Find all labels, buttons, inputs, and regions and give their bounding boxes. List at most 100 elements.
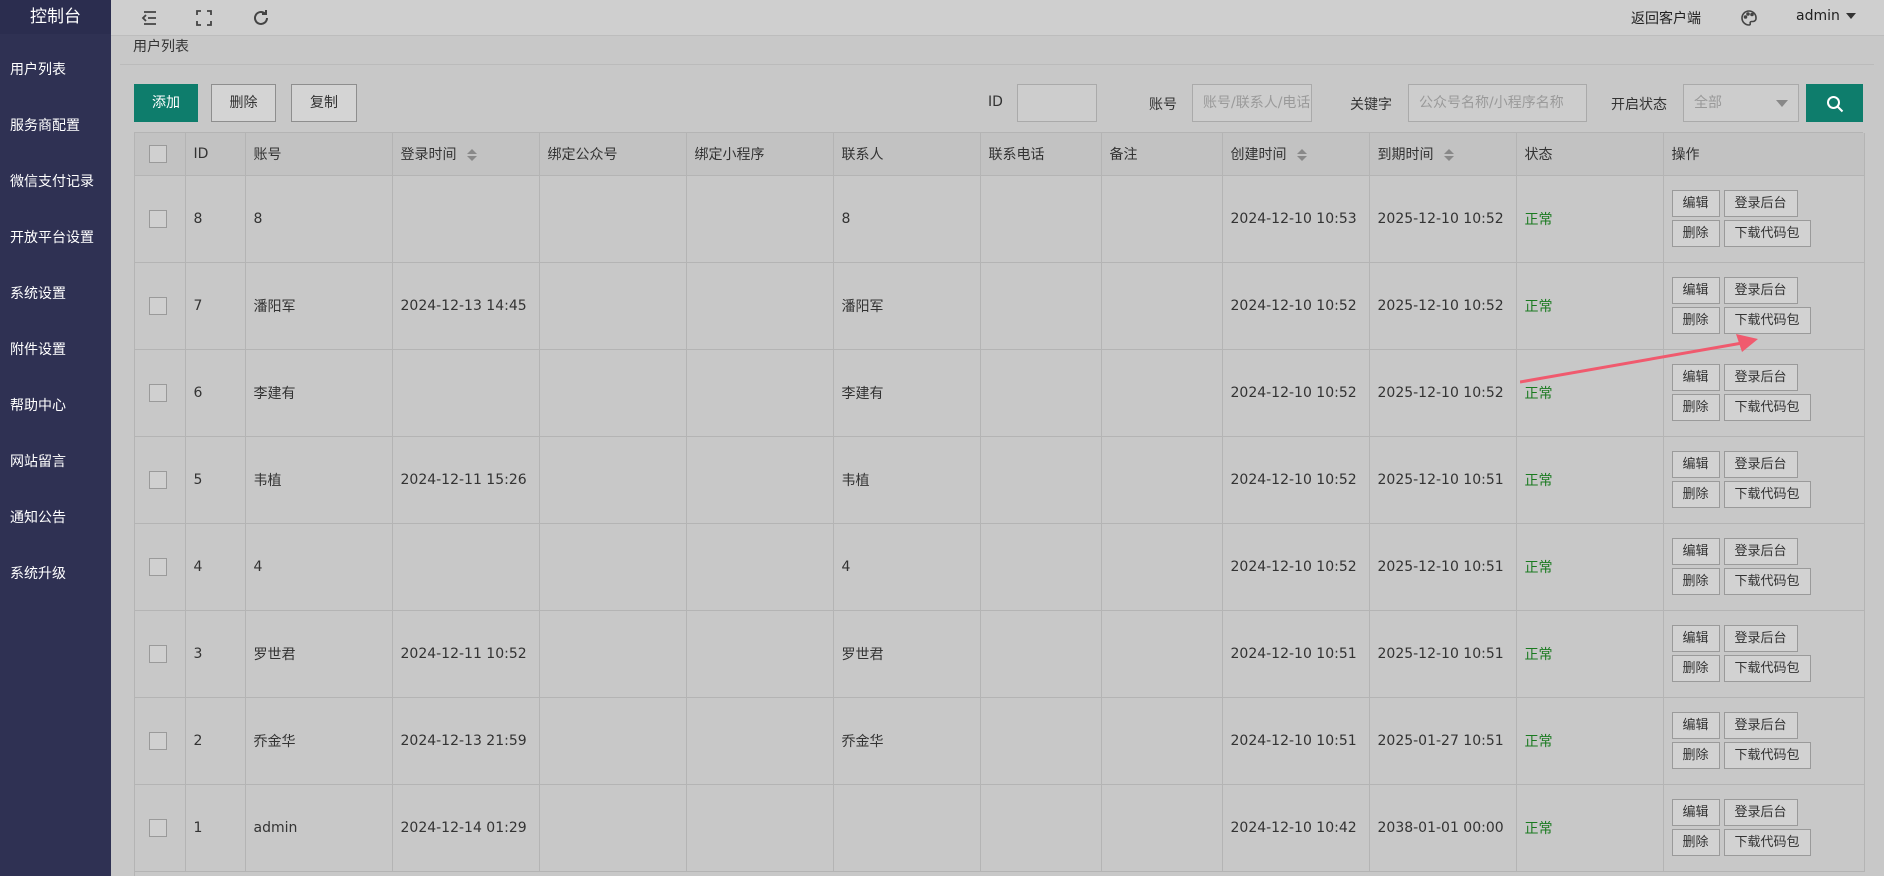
sidebar-item-announcements[interactable]: 通知公告 xyxy=(0,490,111,546)
login-admin-button[interactable]: 登录后台 xyxy=(1723,364,1798,391)
delete-row-button[interactable]: 删除 xyxy=(1671,307,1720,334)
cell-account: 罗世君 xyxy=(245,610,393,698)
cell-actions: 编辑 登录后台 删除 下载代码包 xyxy=(1663,349,1865,437)
app-logo[interactable]: 控制台 xyxy=(0,0,111,34)
menu-collapse-icon[interactable] xyxy=(139,8,159,28)
cell-bound-miniapp xyxy=(686,175,834,263)
refresh-icon[interactable] xyxy=(251,8,271,28)
login-admin-button[interactable]: 登录后台 xyxy=(1723,712,1798,739)
delete-row-button[interactable]: 删除 xyxy=(1671,220,1720,247)
row-checkbox[interactable] xyxy=(149,818,167,837)
row-checkbox[interactable] xyxy=(149,644,167,663)
download-code-button[interactable]: 下载代码包 xyxy=(1723,307,1811,334)
edit-button[interactable]: 编辑 xyxy=(1671,277,1720,304)
sidebar-item-provider-config[interactable]: 服务商配置 xyxy=(0,98,111,154)
login-admin-button[interactable]: 登录后台 xyxy=(1723,277,1798,304)
palette-icon[interactable] xyxy=(1739,8,1759,28)
delete-button[interactable]: 删除 xyxy=(211,84,276,122)
download-code-button[interactable]: 下载代码包 xyxy=(1723,568,1811,595)
row-checkbox[interactable] xyxy=(149,383,167,402)
select-all-checkbox[interactable] xyxy=(149,144,167,163)
login-admin-button[interactable]: 登录后台 xyxy=(1723,451,1798,478)
fullscreen-icon[interactable] xyxy=(194,8,214,28)
cell-id: 2 xyxy=(185,697,246,785)
login-admin-button[interactable]: 登录后台 xyxy=(1723,538,1798,565)
row-checkbox[interactable] xyxy=(149,557,167,576)
delete-row-button[interactable]: 删除 xyxy=(1671,481,1720,508)
cell-expires: 2025-12-10 10:52 xyxy=(1369,349,1517,437)
user-menu[interactable]: admin xyxy=(1796,8,1856,24)
return-client-link[interactable]: 返回客户端 xyxy=(1631,8,1701,28)
add-button[interactable]: 添加 xyxy=(134,84,198,122)
cell-bound-miniapp xyxy=(686,523,834,611)
id-filter-input[interactable] xyxy=(1017,84,1097,122)
breadcrumb: 用户列表 xyxy=(133,39,189,55)
cell-id: 5 xyxy=(185,436,246,524)
account-filter-input[interactable] xyxy=(1192,84,1312,122)
row-checkbox[interactable] xyxy=(149,731,167,750)
sidebar-item-attachment-settings[interactable]: 附件设置 xyxy=(0,322,111,378)
row-checkbox[interactable] xyxy=(149,470,167,489)
col-header-created[interactable]: 创建时间 xyxy=(1222,133,1370,176)
row-select-cell xyxy=(135,784,186,872)
cell-expires: 2025-12-10 10:51 xyxy=(1369,436,1517,524)
delete-row-button[interactable]: 删除 xyxy=(1671,655,1720,682)
download-code-button[interactable]: 下载代码包 xyxy=(1723,829,1811,856)
edit-button[interactable]: 编辑 xyxy=(1671,712,1720,739)
login-admin-button[interactable]: 登录后台 xyxy=(1723,190,1798,217)
delete-row-button[interactable]: 删除 xyxy=(1671,742,1720,769)
delete-row-button[interactable]: 删除 xyxy=(1671,829,1720,856)
sort-icon[interactable] xyxy=(466,148,477,161)
sort-icon[interactable] xyxy=(1296,148,1307,161)
login-admin-button[interactable]: 登录后台 xyxy=(1723,799,1798,826)
sidebar-item-open-platform[interactable]: 开放平台设置 xyxy=(0,210,111,266)
edit-button[interactable]: 编辑 xyxy=(1671,364,1720,391)
row-checkbox[interactable] xyxy=(149,209,167,228)
row-checkbox[interactable] xyxy=(149,296,167,315)
status-filter-select[interactable]: 全部 xyxy=(1683,84,1799,122)
cell-expires: 2025-01-27 10:51 xyxy=(1369,697,1517,785)
edit-button[interactable]: 编辑 xyxy=(1671,451,1720,478)
sidebar-item-wechat-pay-records[interactable]: 微信支付记录 xyxy=(0,154,111,210)
edit-button[interactable]: 编辑 xyxy=(1671,538,1720,565)
sidebar-item-messages[interactable]: 网站留言 xyxy=(0,434,111,490)
cell-status: 正常 xyxy=(1516,262,1664,350)
cell-id: 1 xyxy=(185,784,246,872)
sidebar: 控制台 用户列表 服务商配置 微信支付记录 开放平台设置 系统设置 附件设置 帮… xyxy=(0,0,111,876)
cell-bound-miniapp xyxy=(686,697,834,785)
download-code-button[interactable]: 下载代码包 xyxy=(1723,742,1811,769)
col-header-login-time[interactable]: 登录时间 xyxy=(392,133,540,176)
download-code-button[interactable]: 下载代码包 xyxy=(1723,220,1811,247)
edit-button[interactable]: 编辑 xyxy=(1671,190,1720,217)
sidebar-item-system-upgrade[interactable]: 系统升级 xyxy=(0,546,111,602)
delete-row-button[interactable]: 删除 xyxy=(1671,394,1720,421)
col-header-expires[interactable]: 到期时间 xyxy=(1369,133,1517,176)
id-filter-label: ID xyxy=(988,94,1003,110)
download-code-button[interactable]: 下载代码包 xyxy=(1723,481,1811,508)
keyword-filter-input[interactable] xyxy=(1408,84,1587,122)
cell-note xyxy=(1101,175,1223,263)
col-header-phone: 联系电话 xyxy=(980,133,1102,176)
sidebar-item-system-settings[interactable]: 系统设置 xyxy=(0,266,111,322)
cell-id: 4 xyxy=(185,523,246,611)
row-select-cell xyxy=(135,523,186,611)
cell-phone xyxy=(980,262,1102,350)
edit-button[interactable]: 编辑 xyxy=(1671,625,1720,652)
sidebar-item-help-center[interactable]: 帮助中心 xyxy=(0,378,111,434)
download-code-button[interactable]: 下载代码包 xyxy=(1723,394,1811,421)
copy-button[interactable]: 复制 xyxy=(291,84,357,122)
cell-account: 8 xyxy=(245,175,393,263)
cell-bound-mp xyxy=(539,523,687,611)
download-code-button[interactable]: 下载代码包 xyxy=(1723,655,1811,682)
cell-bound-mp xyxy=(539,175,687,263)
cell-created: 2024-12-10 10:42 xyxy=(1222,784,1370,872)
top-header: 返回客户端 admin xyxy=(111,0,1884,36)
delete-row-button[interactable]: 删除 xyxy=(1671,568,1720,595)
row-select-cell xyxy=(135,697,186,785)
edit-button[interactable]: 编辑 xyxy=(1671,799,1720,826)
cell-status: 正常 xyxy=(1516,349,1664,437)
sidebar-item-user-list[interactable]: 用户列表 xyxy=(0,42,111,98)
login-admin-button[interactable]: 登录后台 xyxy=(1723,625,1798,652)
sort-icon[interactable] xyxy=(1443,148,1454,161)
search-button[interactable] xyxy=(1806,84,1863,122)
